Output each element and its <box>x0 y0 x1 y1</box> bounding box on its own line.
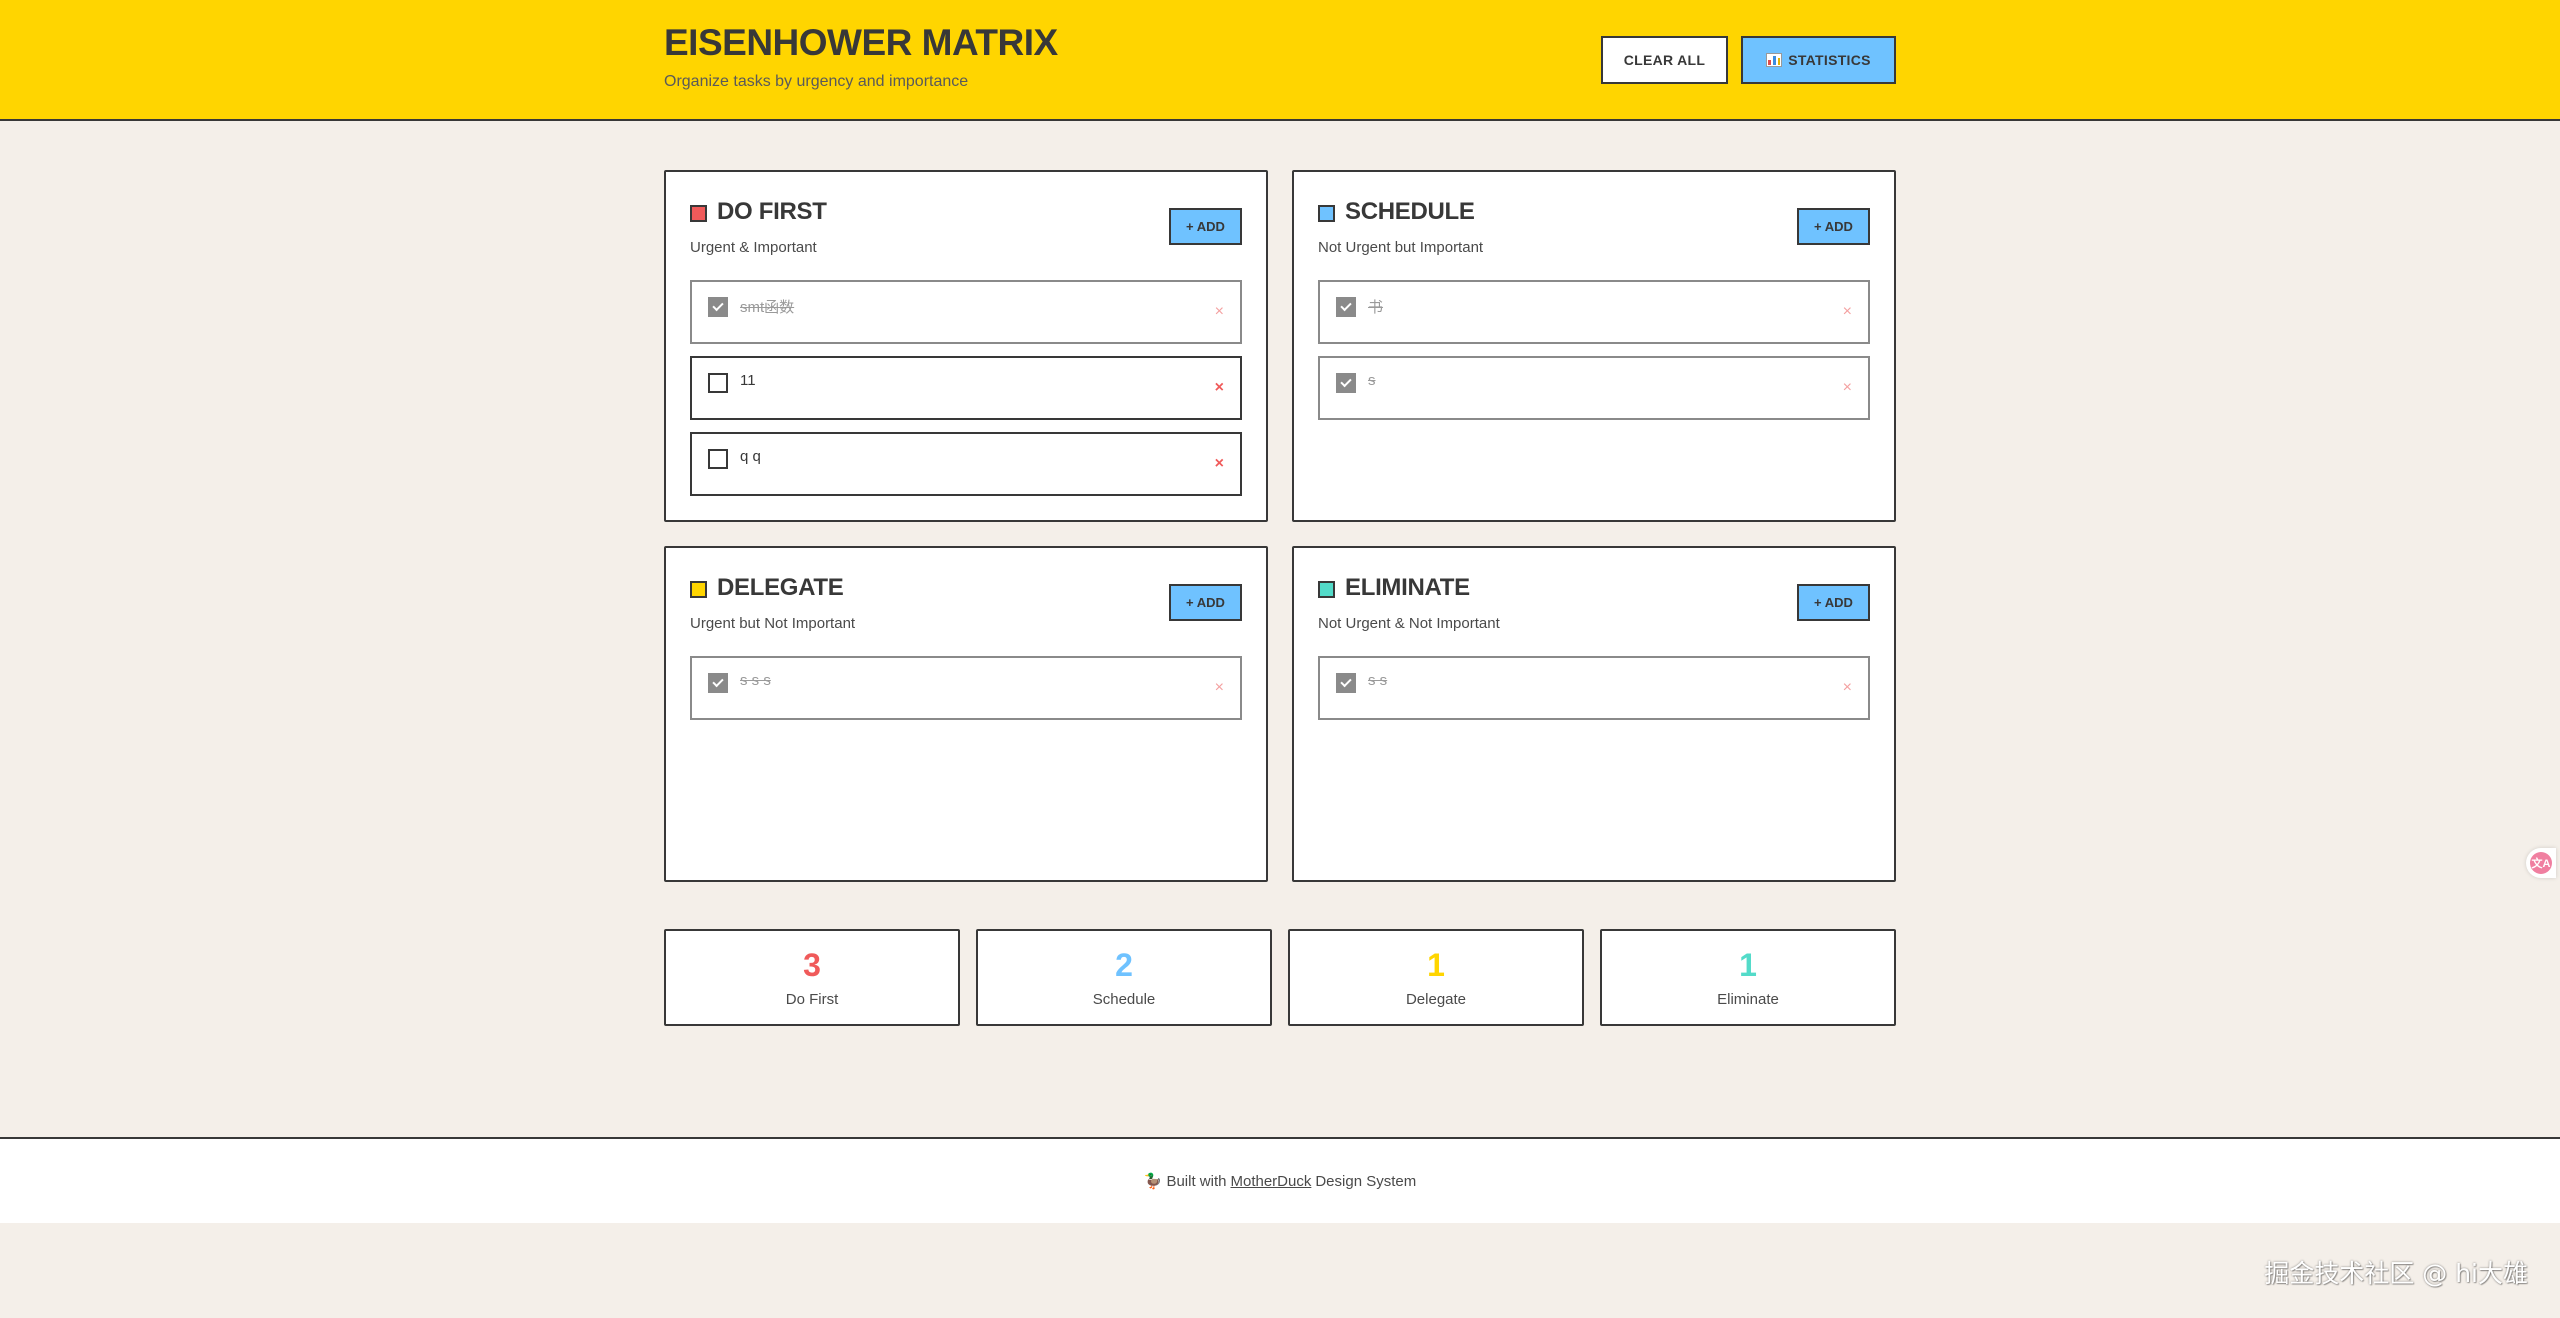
app-header: EISENHOWER MATRIX Organize tasks by urge… <box>0 0 2560 121</box>
task-item[interactable]: smt函数 × <box>690 280 1242 344</box>
task-text: q q <box>740 448 761 465</box>
add-task-button-schedule[interactable]: + ADD <box>1797 208 1870 245</box>
stat-count: 2 <box>1115 947 1133 983</box>
quadrant-delegate: DELEGATE Urgent but Not Important + ADD … <box>664 546 1268 882</box>
stat-label: Delegate <box>1405 991 1467 1008</box>
task-checkbox[interactable] <box>708 449 728 469</box>
do-first-color-swatch <box>690 205 707 222</box>
task-text: 11 <box>740 372 756 389</box>
translate-widget[interactable]: 文A <box>2526 848 2556 878</box>
quadrant-title: DO FIRST <box>717 198 827 225</box>
quadrant-subtitle: Not Urgent & Not Important <box>1318 615 1500 632</box>
delete-task-icon[interactable]: × <box>1215 304 1224 320</box>
schedule-color-swatch <box>1318 205 1335 222</box>
stat-count: 3 <box>803 947 821 983</box>
quadrant-subtitle: Urgent but Not Important <box>690 615 856 632</box>
task-text: 书 <box>1368 299 1384 316</box>
delegate-color-swatch <box>690 581 707 598</box>
quadrant-title: DELEGATE <box>717 574 844 601</box>
statistics-label: STATISTICS <box>1788 52 1871 68</box>
page-subtitle: Organize tasks by urgency and importance <box>664 73 969 90</box>
task-text: s s <box>1368 672 1388 689</box>
check-icon <box>1340 375 1352 388</box>
task-checkbox[interactable] <box>708 673 728 693</box>
clear-all-button[interactable]: CLEAR ALL <box>1601 36 1728 84</box>
task-checkbox[interactable] <box>708 373 728 393</box>
add-task-button-delegate[interactable]: + ADD <box>1169 584 1242 621</box>
stat-card-do-first: 3 Do First <box>664 929 960 1026</box>
task-checkbox[interactable] <box>1336 373 1356 393</box>
footer-suffix: Design System <box>1315 1172 1417 1190</box>
add-task-button-do-first[interactable]: + ADD <box>1169 208 1242 245</box>
stat-count: 1 <box>1427 947 1445 983</box>
add-task-button-eliminate[interactable]: + ADD <box>1797 584 1870 621</box>
task-checkbox[interactable] <box>708 297 728 317</box>
task-item[interactable]: s s s × <box>690 656 1242 720</box>
task-item[interactable]: s × <box>1318 356 1870 420</box>
translate-icon: 文A <box>2530 852 2552 874</box>
duck-icon: 🦆 <box>1143 1173 1163 1190</box>
task-text: s <box>1368 372 1376 389</box>
quadrant-title: SCHEDULE <box>1345 198 1475 225</box>
motherduck-link[interactable]: MotherDuck <box>1230 1173 1311 1190</box>
stat-label: Do First <box>785 991 839 1008</box>
delete-task-icon[interactable]: × <box>1843 680 1852 696</box>
clear-all-label: CLEAR ALL <box>1623 52 1706 68</box>
delete-task-icon[interactable]: × <box>1843 380 1852 396</box>
task-item[interactable]: 书 × <box>1318 280 1870 344</box>
delete-task-icon[interactable]: × <box>1215 680 1224 696</box>
bar-chart-icon <box>1766 53 1783 67</box>
statistics-button[interactable]: STATISTICS <box>1741 36 1896 84</box>
quadrant-schedule: SCHEDULE Not Urgent but Important + ADD … <box>1292 170 1896 522</box>
check-icon <box>1340 675 1352 688</box>
quadrant-title: ELIMINATE <box>1345 574 1470 601</box>
task-item[interactable]: s s × <box>1318 656 1870 720</box>
stat-card-schedule: 2 Schedule <box>976 929 1272 1026</box>
stat-card-delegate: 1 Delegate <box>1288 929 1584 1026</box>
delete-task-icon[interactable]: × <box>1215 380 1224 396</box>
stat-label: Schedule <box>1092 991 1156 1008</box>
quadrant-subtitle: Not Urgent but Important <box>1318 239 1484 256</box>
footer-prefix: Built with <box>1166 1172 1227 1190</box>
check-icon <box>712 675 724 688</box>
stat-count: 1 <box>1739 947 1757 983</box>
task-item[interactable]: q q × <box>690 432 1242 496</box>
delete-task-icon[interactable]: × <box>1843 304 1852 320</box>
task-checkbox[interactable] <box>1336 673 1356 693</box>
check-icon <box>1340 299 1352 312</box>
eliminate-color-swatch <box>1318 581 1335 598</box>
task-text: smt函数 <box>740 299 795 316</box>
task-item[interactable]: 11 × <box>690 356 1242 420</box>
stat-card-eliminate: 1 Eliminate <box>1600 929 1896 1026</box>
check-icon <box>712 299 724 312</box>
page-title: EISENHOWER MATRIX <box>664 22 1058 63</box>
quadrant-do-first: DO FIRST Urgent & Important + ADD smt函数 … <box>664 170 1268 522</box>
quadrant-eliminate: ELIMINATE Not Urgent & Not Important + A… <box>1292 546 1896 882</box>
quadrant-subtitle: Urgent & Important <box>690 239 817 256</box>
delete-task-icon[interactable]: × <box>1215 456 1224 472</box>
watermark: 掘金技术社区 @ hi大雄 <box>2264 1259 2528 1288</box>
task-text: s s s <box>740 672 771 689</box>
task-checkbox[interactable] <box>1336 297 1356 317</box>
stat-label: Eliminate <box>1717 991 1779 1008</box>
page-footer: 🦆 Built with MotherDuck Design System <box>0 1137 2560 1223</box>
